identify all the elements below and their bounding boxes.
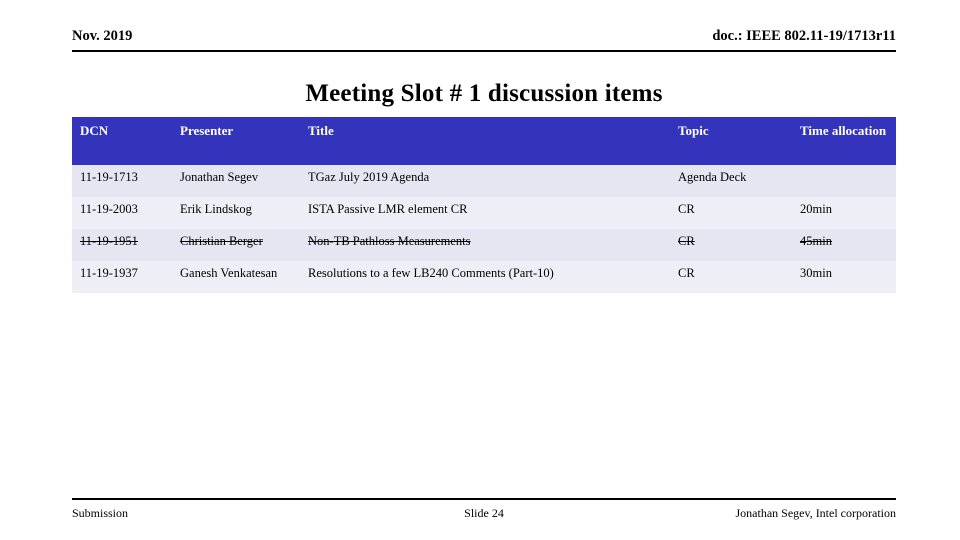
column-header-time-allocation: Time allocation <box>792 117 896 165</box>
cell-presenter: Ganesh Venkatesan <box>172 261 300 293</box>
cell-dcn: 11-19-2003 <box>72 197 172 229</box>
cell-title: TGaz July 2019 Agenda <box>300 165 670 197</box>
header-date: Nov. 2019 <box>72 28 133 44</box>
cell-time-allocation: 20min <box>792 197 896 229</box>
page-title: Meeting Slot # 1 discussion items <box>305 80 663 107</box>
header-doc-number: doc.: IEEE 802.11-19/1713r11 <box>712 28 896 44</box>
cell-topic: CR <box>670 261 792 293</box>
footer-divider <box>72 498 896 500</box>
table-row: 11-19-1937 Ganesh Venkatesan Resolutions… <box>72 261 896 293</box>
cell-topic: CR <box>670 197 792 229</box>
header-divider <box>72 50 896 52</box>
cell-time-allocation: 45min <box>792 229 896 261</box>
agenda-table-container: DCN Presenter Title Topic Time allocatio… <box>72 117 896 293</box>
cell-time-allocation <box>792 165 896 197</box>
cell-title: Resolutions to a few LB240 Comments (Par… <box>300 261 670 293</box>
footer-slide-number: Slide 24 <box>464 506 504 520</box>
slide: Nov. 2019 doc.: IEEE 802.11-19/1713r11 M… <box>0 0 960 540</box>
cell-topic: CR <box>670 229 792 261</box>
cell-topic: Agenda Deck <box>670 165 792 197</box>
cell-presenter: Christian Berger <box>172 229 300 261</box>
slide-header: Nov. 2019 doc.: IEEE 802.11-19/1713r11 <box>72 28 896 45</box>
cell-dcn: 11-19-1937 <box>72 261 172 293</box>
table-row: 11-19-1951 Christian Berger Non-TB Pathl… <box>72 229 896 261</box>
cell-title: ISTA Passive LMR element CR <box>300 197 670 229</box>
slide-footer: Submission Jonathan Segev, Intel corpora… <box>72 498 896 528</box>
cell-presenter: Erik Lindskog <box>172 197 300 229</box>
cell-presenter: Jonathan Segev <box>172 165 300 197</box>
column-header-topic: Topic <box>670 117 792 165</box>
column-header-dcn: DCN <box>72 117 172 165</box>
agenda-table: DCN Presenter Title Topic Time allocatio… <box>72 117 896 293</box>
table-row: 11-19-1713 Jonathan Segev TGaz July 2019… <box>72 165 896 197</box>
cell-dcn: 11-19-1713 <box>72 165 172 197</box>
table-row: 11-19-2003 Erik Lindskog ISTA Passive LM… <box>72 197 896 229</box>
column-header-presenter: Presenter <box>172 117 300 165</box>
cell-title: Non-TB Pathloss Measurements <box>300 229 670 261</box>
table-header-row: DCN Presenter Title Topic Time allocatio… <box>72 117 896 165</box>
cell-time-allocation: 30min <box>792 261 896 293</box>
column-header-title: Title <box>300 117 670 165</box>
cell-dcn: 11-19-1951 <box>72 229 172 261</box>
